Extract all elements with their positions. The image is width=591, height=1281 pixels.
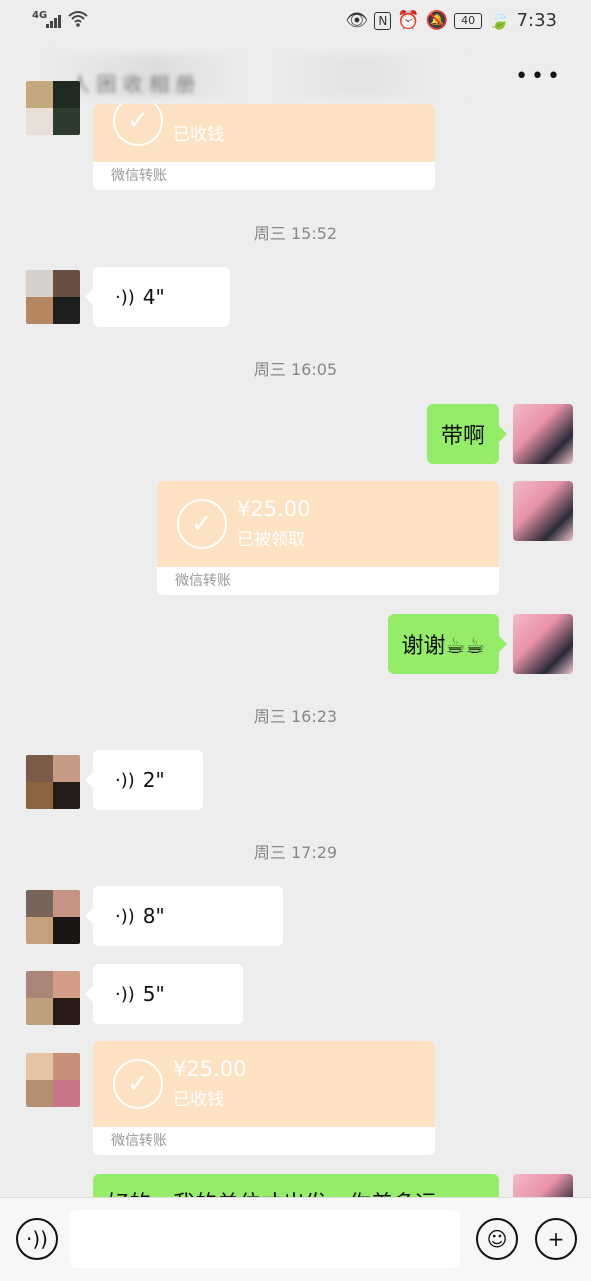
voice-message[interactable]: ·)) 4" [85, 267, 230, 327]
contact-avatar[interactable] [26, 81, 80, 135]
nfc-icon: N [374, 11, 392, 30]
mute-icon: 🔕 [425, 10, 449, 31]
eye-icon: 👁 [345, 10, 369, 31]
voice-message[interactable]: ·)) 5" [85, 964, 243, 1024]
voice-duration: 2" [142, 768, 165, 792]
check-icon: ✓ [177, 499, 227, 549]
voice-message[interactable]: ·)) 2" [85, 750, 203, 810]
check-icon: ✓ [113, 104, 163, 146]
status-bar: 4G 👁 N ⏰ 🔕 40 🍃 7:33 [0, 0, 591, 44]
add-icon[interactable]: + [535, 1218, 577, 1260]
check-icon: ✓ [113, 1059, 163, 1109]
voice-wave-icon: ·)) [115, 286, 135, 308]
more-icon[interactable]: ••• [515, 66, 563, 88]
my-avatar[interactable] [513, 481, 573, 541]
timestamp: 周三 15:52 [253, 224, 338, 243]
input-bar: ·)) ☺ + [0, 1197, 591, 1281]
contact-avatar[interactable] [26, 1053, 80, 1107]
message-text: 谢谢☕☕ [401, 634, 485, 659]
transfer-amount: ¥25.00 [173, 1057, 247, 1081]
alarm-icon: ⏰ [397, 10, 420, 31]
voice-wave-icon: ·)) [115, 769, 135, 791]
transfer-state: 已收钱 [173, 1090, 224, 1110]
transfer-card-sent[interactable]: ✓ ¥25.00 已被领取 微信转账 [157, 481, 499, 595]
chat-title: 人 困 收 相 册 [70, 72, 196, 96]
timestamp: 周三 16:05 [253, 360, 338, 379]
wifi-icon [68, 11, 88, 27]
voice-message[interactable]: ·)) 8" [85, 886, 283, 946]
voice-wave-icon: ·)) [115, 983, 135, 1005]
transfer-card-received[interactable]: ✓ ¥25.00 已收钱 微信转账 [93, 1041, 435, 1155]
voice-input-icon[interactable]: ·)) [16, 1218, 58, 1260]
network-type: 4G [32, 10, 48, 21]
voice-duration: 5" [142, 982, 165, 1006]
voice-duration: 8" [142, 904, 165, 928]
transfer-amount: ¥25.00 [237, 497, 311, 521]
signal-icon [46, 15, 61, 28]
message-input[interactable] [70, 1210, 460, 1268]
my-avatar[interactable] [513, 614, 573, 674]
battery-icon: 40 [454, 12, 483, 29]
contact-avatar[interactable] [26, 971, 80, 1025]
contact-avatar[interactable] [26, 270, 80, 324]
voice-wave-icon: ·)) [115, 905, 135, 927]
transfer-footer: 微信转账 [111, 1133, 167, 1149]
leaf-icon: 🍃 [488, 10, 511, 31]
clock: 7:33 [516, 10, 557, 31]
voice-duration: 4" [142, 285, 165, 309]
transfer-footer: 微信转账 [175, 573, 231, 589]
contact-avatar[interactable] [26, 755, 80, 809]
contact-avatar[interactable] [26, 890, 80, 944]
transfer-footer: 微信转账 [111, 168, 167, 184]
transfer-card-received-top[interactable]: ✓ 已收钱 微信转账 [93, 104, 435, 190]
transfer-state: 已收钱 [173, 125, 224, 145]
timestamp: 周三 17:29 [253, 843, 338, 862]
my-text-message[interactable]: 带啊 [426, 404, 508, 464]
my-text-message[interactable]: 谢谢☕☕ [387, 614, 508, 674]
message-text: 带啊 [440, 424, 485, 449]
timestamp: 周三 16:23 [253, 707, 338, 726]
transfer-state: 已被领取 [237, 530, 305, 550]
emoji-icon[interactable]: ☺ [476, 1218, 518, 1260]
my-avatar[interactable] [513, 404, 573, 464]
